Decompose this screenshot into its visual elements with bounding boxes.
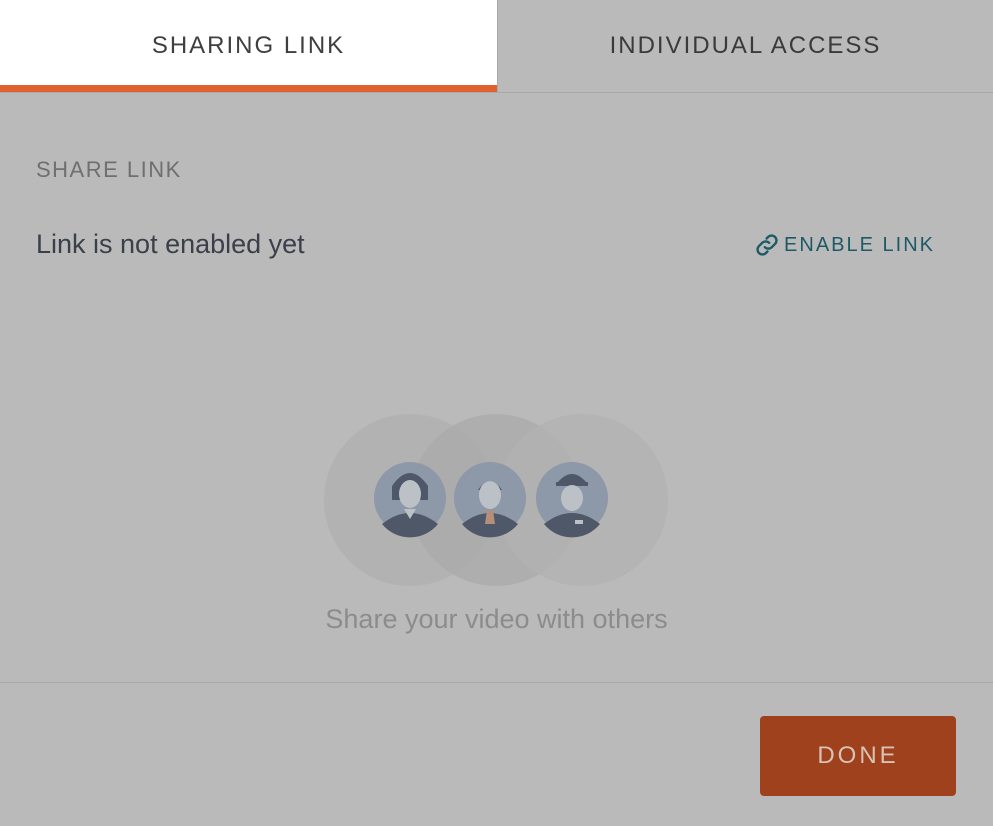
share-link-heading: SHARE LINK (36, 157, 182, 182)
woman-avatar-icon (374, 462, 446, 538)
share-dialog: SHARING LINK INDIVIDUAL ACCESS SHARE LIN… (0, 0, 993, 826)
tab-sharing-link[interactable]: SHARING LINK (0, 0, 497, 92)
link-status-text: Link is not enabled yet (36, 229, 305, 259)
footer-divider (0, 682, 993, 683)
tab-bar: SHARING LINK INDIVIDUAL ACCESS (0, 0, 993, 93)
tab-individual-access[interactable]: INDIVIDUAL ACCESS (497, 0, 993, 92)
man-avatar-icon (454, 462, 526, 538)
share-illustration (322, 412, 670, 588)
tab-individual-access-label: INDIVIDUAL ACCESS (609, 32, 882, 59)
done-button[interactable]: DONE (760, 716, 956, 796)
empty-state-caption: Share your video with others (325, 604, 668, 634)
enable-link-label: ENABLE LINK (784, 233, 935, 256)
enable-link-button[interactable]: ENABLE LINK (754, 232, 935, 258)
worker-avatar-icon (536, 462, 608, 538)
link-icon (754, 232, 780, 258)
tab-sharing-link-label: SHARING LINK (151, 32, 346, 59)
